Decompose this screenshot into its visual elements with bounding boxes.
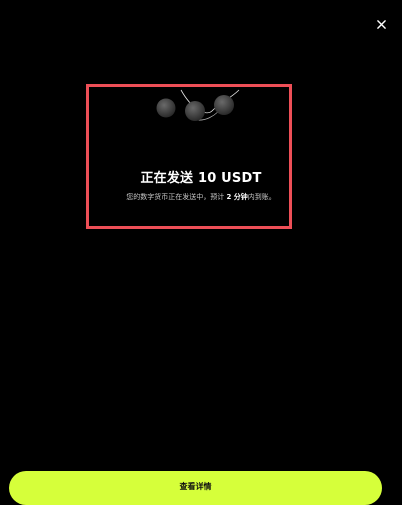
- subtitle-suffix: 内到账。: [247, 193, 276, 201]
- subtitle-prefix: 您的数字货币正在发送中，预计: [126, 193, 227, 201]
- sending-coins-icon: [156, 89, 240, 121]
- view-details-label: 查看详情: [179, 482, 212, 491]
- status-subtitle: 您的数字货币正在发送中，预计 2 分钟内到账。: [86, 192, 316, 202]
- status-title: 正在发送 10 USDT: [140, 171, 262, 186]
- close-icon[interactable]: [376, 19, 386, 29]
- eta-value: 2 分钟: [226, 193, 248, 201]
- send-status-screen: 正在发送 10 USDT 您的数字货币正在发送中，预计 2 分钟内到账。 查看详…: [0, 0, 402, 505]
- close-button[interactable]: [370, 13, 392, 35]
- view-details-button[interactable]: 查看详情: [9, 471, 382, 505]
